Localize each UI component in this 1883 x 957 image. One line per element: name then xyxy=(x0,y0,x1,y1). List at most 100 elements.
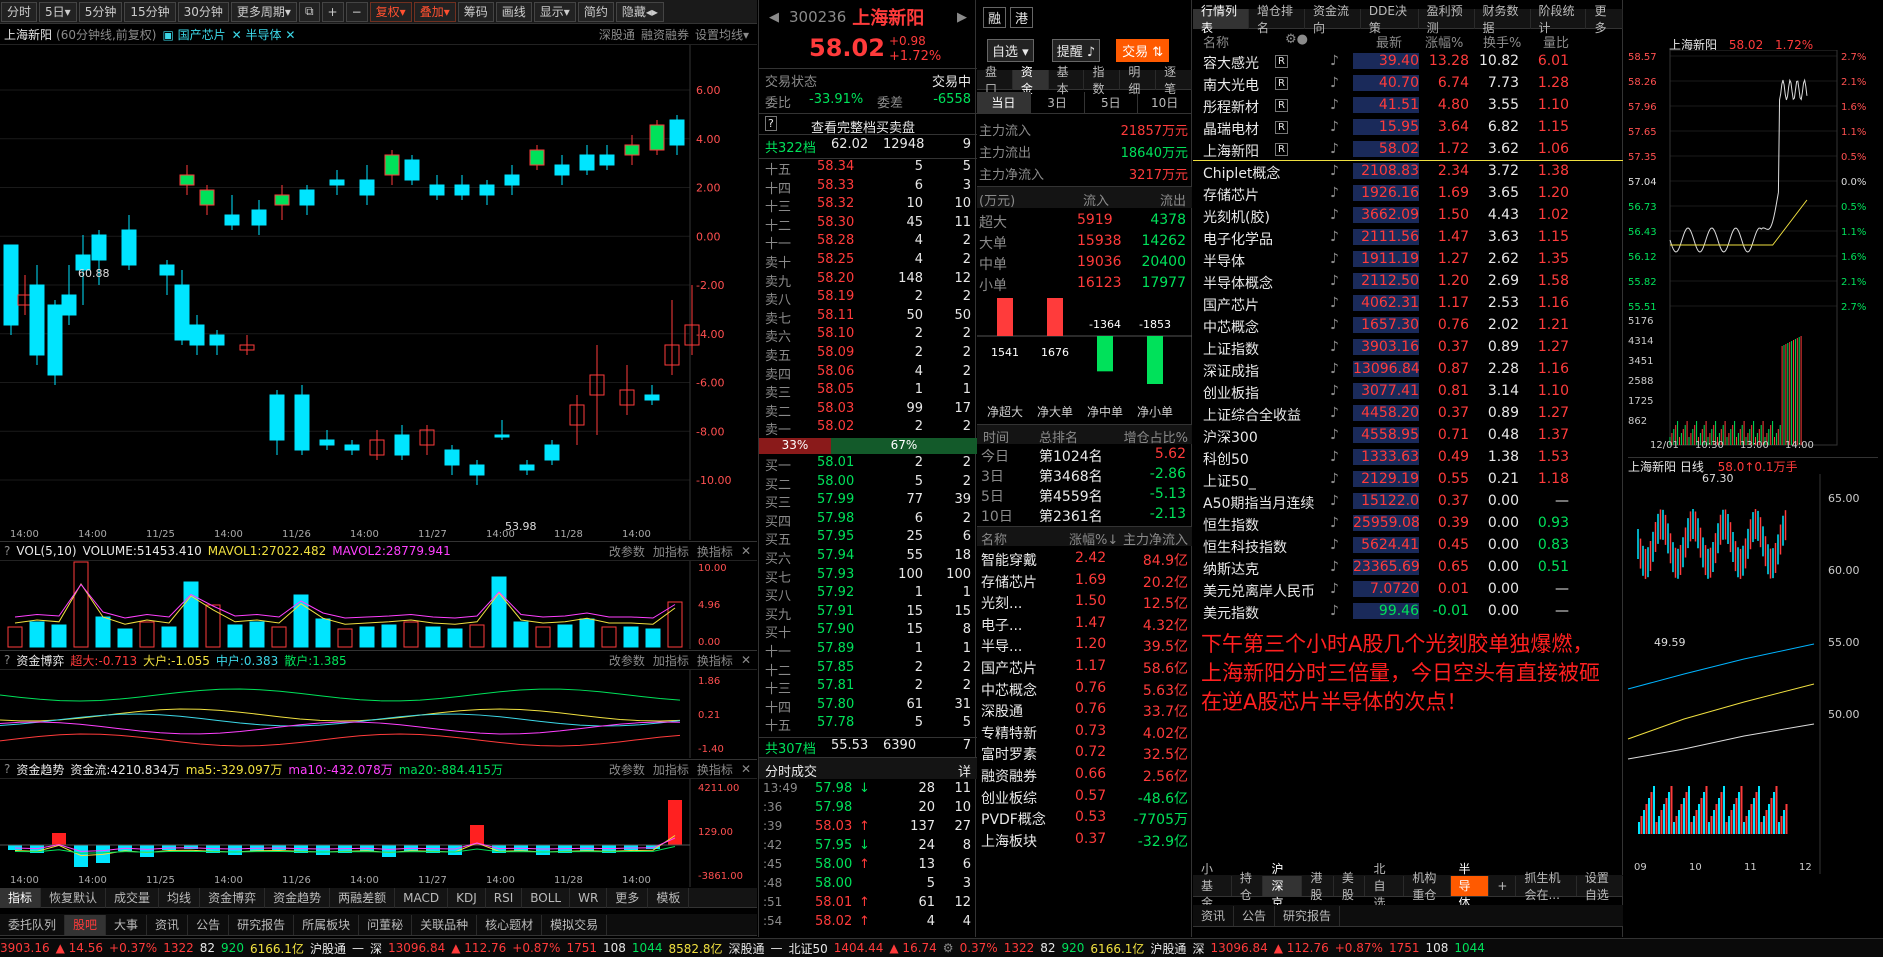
watchlist-tab-7[interactable]: 半导体 xyxy=(1450,862,1490,910)
vol-add-button[interactable]: 加指标 xyxy=(653,543,689,560)
margin-badge[interactable]: 融 xyxy=(983,6,1007,28)
quote-row[interactable]: A50期指当月连续 ♪ 15122.0 0.37 0.00 — xyxy=(1193,491,1623,513)
quote-tab-0[interactable]: 行情列表 xyxy=(1193,4,1249,35)
trade-button[interactable]: 交易 ⇅ xyxy=(1116,38,1170,62)
concept-name[interactable]: 光刻... xyxy=(981,593,1022,613)
tag-domestic-chip[interactable]: ▣ 国产芯片 xyxy=(162,26,225,43)
period-intraday[interactable]: 分时 xyxy=(1,1,38,22)
concept-name[interactable]: PVDF概念 xyxy=(981,809,1046,829)
watchlist-tab-4[interactable]: 美股 xyxy=(1334,871,1366,902)
vol-swap-button[interactable]: 换指标 xyxy=(697,543,733,560)
quote-row[interactable]: Chiplet概念 ♪ 2108.83 2.34 3.72 1.38 xyxy=(1193,161,1623,183)
indicator-tab-8[interactable]: KDJ xyxy=(448,887,486,908)
quote-row[interactable]: 美元指数 ♪ 99.46 -0.01 0.00 — xyxy=(1193,601,1623,623)
concept-name[interactable]: 国产芯片 xyxy=(981,658,1037,678)
quote-info-tab-1[interactable]: 公告 xyxy=(1234,905,1276,926)
sb-r-hgt[interactable]: 沪股通 xyxy=(1150,940,1186,957)
quote-row[interactable]: 恒生科技指数 ♪ 5624.41 0.45 0.00 0.83 xyxy=(1193,535,1623,557)
concept-name[interactable]: 中芯概念 xyxy=(981,680,1037,700)
flow-tab-2[interactable]: 基本 xyxy=(1049,65,1085,96)
quote-tab-3[interactable]: DDE决策 xyxy=(1361,4,1419,35)
info-tab-2[interactable]: 大事 xyxy=(106,914,148,935)
flow-tab-0[interactable]: 盘口 xyxy=(977,65,1013,96)
indicator-tab-7[interactable]: MACD xyxy=(395,887,449,908)
indicator-tab-6[interactable]: 两融差额 xyxy=(330,887,396,908)
collapse-icon[interactable]: ? xyxy=(4,544,10,558)
quote-row[interactable]: 恒生指数 ♪ 25959.08 0.39 0.00 0.93 xyxy=(1193,513,1623,535)
quote-row[interactable]: 美元兑离岸人民币 ♪ 7.0720 0.01 0.00 — xyxy=(1193,579,1623,601)
watchlist-tab-0[interactable]: 小基金 xyxy=(1193,862,1232,910)
simple-button[interactable]: 简约 xyxy=(577,1,614,22)
quote-row[interactable]: 上证综合全收益 ♪ 4458.20 0.37 0.89 1.27 xyxy=(1193,403,1623,425)
period-tab-3[interactable]: 10日 xyxy=(1138,92,1192,113)
period-5min[interactable]: 5分钟 xyxy=(78,1,123,22)
quote-tab-6[interactable]: 阶段统计 xyxy=(1531,4,1587,35)
watchlist-tab-10[interactable]: 设置自选 xyxy=(1577,871,1623,902)
quote-row[interactable]: 彤程新材 R ♪ 41.51 4.80 3.55 1.10 xyxy=(1193,95,1623,117)
concept-name[interactable]: 上海板块 xyxy=(981,831,1037,851)
period-5day[interactable]: 5日 ▾ xyxy=(39,1,77,22)
ticks-detail-button[interactable]: 详 xyxy=(958,761,971,780)
info-tab-0[interactable]: 委托队列 xyxy=(0,914,66,935)
watchlist-tab-9[interactable]: 抓生机会在... xyxy=(1516,871,1577,902)
plus-icon[interactable]: + xyxy=(321,1,344,22)
quote-row[interactable]: 上证50_ ♪ 2129.19 0.55 0.21 1.18 xyxy=(1193,469,1623,491)
tag-semiconductor[interactable]: ✕ 半导体 ✕ xyxy=(232,26,296,43)
quote-row[interactable]: 深证成指 ♪ 13096.84 0.87 2.28 1.16 xyxy=(1193,359,1623,381)
flow-tab-3[interactable]: 指数 xyxy=(1084,65,1121,96)
watchlist-tab-6[interactable]: 机构重仓 xyxy=(1404,871,1451,902)
indicator-tab-13[interactable]: 模板 xyxy=(648,887,690,908)
zjqs-swap-button[interactable]: 换指标 xyxy=(697,761,733,778)
period-more[interactable]: 更多周期 ▾ xyxy=(230,1,297,22)
info-tab-6[interactable]: 所属板块 xyxy=(294,914,360,935)
indicator-tab-10[interactable]: BOLL xyxy=(522,887,571,908)
zjby-swap-button[interactable]: 换指标 xyxy=(697,652,733,669)
watchlist-tab-8[interactable]: + xyxy=(1489,875,1517,896)
next-stock-icon[interactable]: ▶ xyxy=(957,10,967,25)
gear-icon[interactable]: ⚙● xyxy=(1285,32,1308,47)
hide-button[interactable]: 隐藏 ◂▸ xyxy=(615,1,664,22)
qh-turnover[interactable]: 换手% xyxy=(1483,32,1521,51)
indicator-tab-4[interactable]: 资金博弈 xyxy=(200,887,266,908)
qh-volratio[interactable]: 量比 xyxy=(1543,32,1569,51)
qh-last[interactable]: 最新 xyxy=(1376,32,1402,51)
settings-icon[interactable]: ⚙ xyxy=(943,941,954,955)
concept-head-pct[interactable]: 涨幅%↓ xyxy=(1069,529,1118,548)
copy-icon[interactable]: ⧉ xyxy=(298,1,320,22)
quote-row[interactable]: 容大感光 R ♪ 39.40 13.28 10.82 6.01 xyxy=(1193,51,1623,73)
vol-edit-button[interactable]: 改参数 xyxy=(609,543,645,560)
minus-icon[interactable]: − xyxy=(345,1,368,22)
info-tab-7[interactable]: 问董秘 xyxy=(359,914,413,935)
chart-link-margin[interactable]: 融资融券 xyxy=(641,26,689,43)
zjby-edit-button[interactable]: 改参数 xyxy=(609,652,645,669)
overlay-button[interactable]: 叠加 ▾ xyxy=(413,1,456,22)
indicator-tab-1[interactable]: 恢复默认 xyxy=(41,887,107,908)
prev-stock-icon[interactable]: ◀ xyxy=(769,10,779,25)
quote-tab-5[interactable]: 财务数据 xyxy=(1475,4,1531,35)
zjqs-add-button[interactable]: 加指标 xyxy=(653,761,689,778)
qh-name[interactable]: 名称 xyxy=(1203,32,1229,51)
watchlist-tab-2[interactable]: 沪深京 xyxy=(1263,862,1303,910)
flow-tab-1[interactable]: 资金 xyxy=(1012,65,1049,96)
draw-button[interactable]: 画线 xyxy=(495,1,532,22)
period-tab-2[interactable]: 5日 xyxy=(1085,92,1139,113)
watchlist-select[interactable]: 自选 ▾ xyxy=(987,38,1034,62)
indicator-tab-5[interactable]: 资金趋势 xyxy=(265,887,331,908)
concept-name[interactable]: 富时罗素 xyxy=(981,744,1037,764)
quote-tab-2[interactable]: 资金流向 xyxy=(1305,4,1361,35)
indicator-tab-2[interactable]: 成交量 xyxy=(106,887,160,908)
quote-tab-1[interactable]: 增仓排名 xyxy=(1249,4,1305,35)
quote-row[interactable]: 上证指数 ♪ 3903.16 0.37 0.89 1.27 xyxy=(1193,337,1623,359)
info-tab-8[interactable]: 关联品种 xyxy=(412,914,478,935)
quote-info-tab-0[interactable]: 资讯 xyxy=(1193,905,1235,926)
indicator-tab-12[interactable]: 更多 xyxy=(607,887,649,908)
zjby-add-button[interactable]: 加指标 xyxy=(653,652,689,669)
sb-hgt[interactable]: 沪股通 xyxy=(310,940,346,957)
info-tab-1[interactable]: 股吧 xyxy=(65,914,107,935)
quote-info-tab-2[interactable]: 研究报告 xyxy=(1275,905,1341,926)
quote-row[interactable]: 半导体概念 ♪ 2112.50 1.20 2.69 1.58 xyxy=(1193,271,1623,293)
concept-name[interactable]: 创业板综 xyxy=(981,788,1037,808)
collapse-icon[interactable]: ? xyxy=(4,762,10,776)
info-tab-5[interactable]: 研究报告 xyxy=(229,914,295,935)
quote-row[interactable]: 纳斯达克 ♪ 23365.69 0.65 0.00 0.51 xyxy=(1193,557,1623,579)
